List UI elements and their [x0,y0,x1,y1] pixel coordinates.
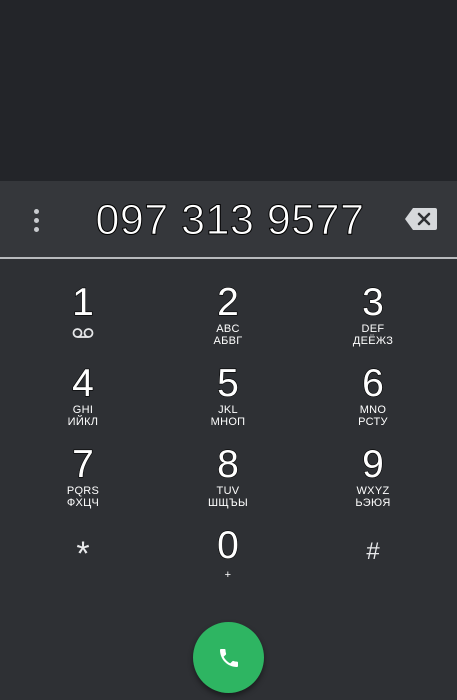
key-letters-cyrillic: РСТУ [358,416,388,428]
key-digit: 3 [362,281,385,324]
key-digit: 5 [217,362,240,405]
key-letters-cyrillic: ЬЭЮЯ [355,497,391,509]
key-letters-cyrillic: МНОП [210,416,246,428]
key-letters-latin: DEF [361,323,385,335]
key-digit: 2 [217,281,240,324]
key-letters-latin: WXYZ [356,485,390,497]
key-letters-plus: + [224,569,232,581]
phone-icon [219,648,238,667]
phone-number-display[interactable]: 097 313 9577 [70,192,390,248]
call-button[interactable] [193,622,264,693]
key-1[interactable]: 1 [28,281,138,359]
key-letters-cyrillic: ДЕЁЖЗ [352,335,394,347]
key-8[interactable]: 8 TUV ШЩЪЫ [173,443,283,521]
key-letters-cyrillic: ИЙКЛ [67,416,99,428]
key-digit: 7 [72,443,95,486]
overflow-dot [33,226,39,232]
voicemail-icon [72,328,94,338]
key-letters-cyrillic: АБВГ [213,335,243,347]
overflow-dot [33,208,39,214]
key-letters-cyrillic: ШЩЪЫ [207,497,249,509]
key-9[interactable]: 9 WXYZ ЬЭЮЯ [318,443,428,521]
key-letters-cyrillic: ФХЦЧ [66,497,100,509]
key-0[interactable]: 0 + [173,524,283,602]
overflow-dot [33,217,39,223]
key-4[interactable]: 4 GHI ИЙКЛ [28,362,138,440]
key-3[interactable]: 3 DEF ДЕЁЖЗ [318,281,428,359]
key-digit: 0 [217,524,240,567]
key-letters-latin: TUV [216,485,240,497]
key-2[interactable]: 2 ABC АБВГ [173,281,283,359]
key-letters-latin: JKL [218,404,238,416]
key-digit: 1 [72,281,95,324]
dialer-screen: 097 313 9577 1 2 ABC АБВГ 3 DEF ДЕЁЖЗ 4 … [0,0,457,700]
key-7[interactable]: 7 PQRS ФХЦЧ [28,443,138,521]
key-hash[interactable]: # [318,532,428,608]
key-digit: 4 [72,362,95,405]
key-letters-latin: GHI [72,404,94,416]
more-options-icon[interactable] [22,205,50,235]
backspace-icon[interactable] [404,207,438,231]
key-5[interactable]: 5 JKL МНОП [173,362,283,440]
key-letters-latin: ABC [216,323,240,335]
key-letters-latin: PQRS [66,485,100,497]
key-star[interactable]: * [28,534,138,610]
number-divider [0,257,457,259]
key-digit: 6 [362,362,385,405]
key-6[interactable]: 6 MNO РСТУ [318,362,428,440]
contact-area [0,0,457,181]
key-digit: 9 [362,443,385,486]
key-letters-latin: MNO [359,404,387,416]
key-digit: # [366,538,380,565]
key-digit: 8 [217,443,240,486]
key-digit: * [76,535,90,573]
